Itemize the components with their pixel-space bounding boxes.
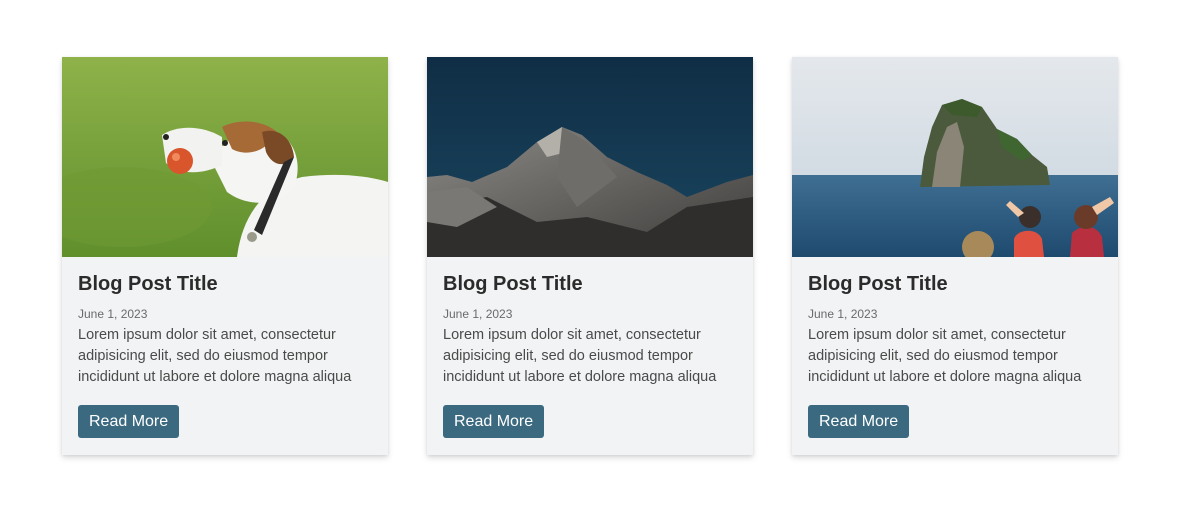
post-title: Blog Post Title — [78, 273, 218, 295]
read-more-button[interactable]: Read More — [78, 405, 180, 438]
blog-card: Blog Post Title June 1, 2023 Lorem ipsum… — [792, 57, 1118, 455]
post-excerpt: Lorem ipsum dolor sit amet, consectetur … — [443, 327, 717, 385]
blog-card: Blog Post Title June 1, 2023 Lorem ipsum… — [427, 57, 753, 455]
post-date: June 1, 2023 — [78, 307, 148, 321]
post-date: June 1, 2023 — [443, 307, 513, 321]
post-title: Blog Post Title — [443, 273, 583, 295]
blog-card: Blog Post Title June 1, 2023 Lorem ipsum… — [62, 57, 388, 455]
blog-card-image-dog — [62, 57, 388, 257]
post-excerpt: Lorem ipsum dolor sit amet, consectetur … — [78, 327, 352, 385]
post-excerpt: Lorem ipsum dolor sit amet, consectetur … — [808, 327, 1082, 385]
read-more-button[interactable]: Read More — [443, 405, 545, 438]
post-date: June 1, 2023 — [808, 307, 878, 321]
read-more-button[interactable]: Read More — [808, 405, 910, 438]
blog-card-image-island — [792, 57, 1118, 257]
post-title: Blog Post Title — [808, 273, 948, 295]
blog-card-image-mountain — [427, 57, 753, 257]
